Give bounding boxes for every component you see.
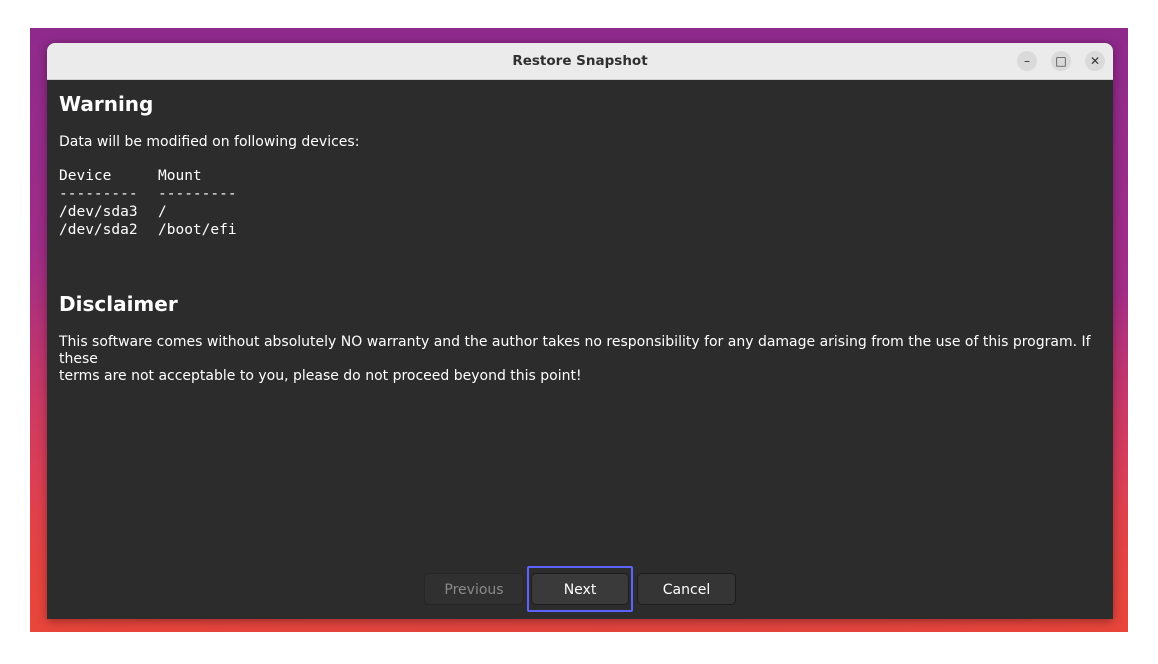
- minimize-icon[interactable]: –: [1017, 51, 1037, 71]
- warning-intro: Data will be modified on following devic…: [59, 134, 360, 150]
- close-icon[interactable]: ✕: [1085, 51, 1105, 71]
- restore-snapshot-dialog: Restore Snapshot – □ ✕ Warning Data will…: [47, 43, 1113, 619]
- disclaimer-text: This software comes without absolutely N…: [59, 334, 1099, 385]
- table-header-row: Device Mount: [59, 167, 237, 185]
- device-column-header: Device: [59, 168, 112, 184]
- window-title: Restore Snapshot: [512, 53, 648, 69]
- table-row: /dev/sda2 /boot/efi: [59, 221, 237, 239]
- separator-cell: ---------: [59, 186, 138, 202]
- mount-column-header: Mount: [158, 168, 202, 184]
- table-row: /dev/sda3 /: [59, 203, 237, 221]
- mount-cell: /: [158, 204, 167, 220]
- previous-button[interactable]: Previous: [424, 573, 524, 605]
- button-bar: Previous Next Cancel: [47, 566, 1113, 612]
- device-cell: /dev/sda2: [59, 222, 138, 238]
- next-button[interactable]: Next: [531, 573, 629, 605]
- maximize-icon[interactable]: □: [1051, 51, 1071, 71]
- mount-cell: /boot/efi: [158, 222, 237, 238]
- disclaimer-line: This software comes without absolutely N…: [59, 334, 1091, 367]
- table-separator-row: --------- ---------: [59, 185, 237, 203]
- cancel-button[interactable]: Cancel: [637, 573, 736, 605]
- separator-cell: ---------: [158, 186, 237, 202]
- device-table: Device Mount --------- --------- /dev/sd…: [59, 167, 237, 239]
- disclaimer-heading: Disclaimer: [59, 292, 178, 316]
- warning-heading: Warning: [59, 92, 154, 116]
- disclaimer-line: terms are not acceptable to you, please …: [59, 368, 582, 384]
- titlebar[interactable]: Restore Snapshot – □ ✕: [47, 43, 1113, 80]
- device-cell: /dev/sda3: [59, 204, 138, 220]
